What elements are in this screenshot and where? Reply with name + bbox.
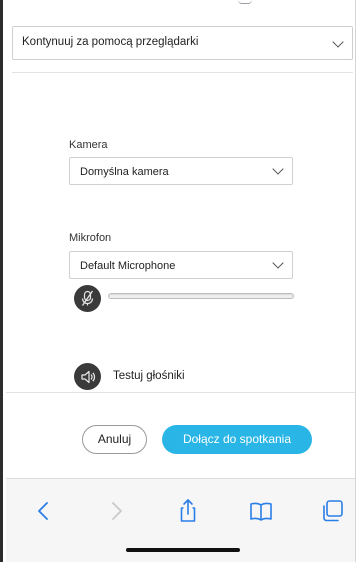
cancel-button[interactable]: Anuluj — [82, 425, 147, 454]
chevron-down-icon — [272, 163, 284, 175]
tabs-icon[interactable] — [319, 497, 347, 525]
microphone-label: Mikrofon — [69, 232, 112, 244]
bookmarks-icon[interactable] — [247, 497, 275, 525]
forward-icon[interactable] — [102, 497, 130, 525]
continue-in-browser-select[interactable]: Kontynuuj za pomocą przeglądarki — [12, 26, 353, 60]
footer-divider — [6, 392, 356, 393]
divider — [12, 72, 353, 73]
microphone-muted-icon — [81, 290, 94, 306]
test-speaker-button[interactable] — [74, 363, 101, 390]
chevron-down-icon — [332, 36, 344, 48]
speaker-icon — [81, 370, 96, 384]
microphone-level-meter — [108, 293, 294, 299]
chevron-down-icon — [272, 257, 284, 269]
back-icon[interactable] — [30, 497, 58, 525]
test-speakers-label[interactable]: Testuj głośniki — [113, 370, 185, 382]
browser-toolbar — [6, 478, 356, 562]
share-icon[interactable] — [174, 497, 202, 525]
join-meeting-button[interactable]: Dołącz do spotkania — [162, 425, 312, 454]
microphone-select-value: Default Microphone — [80, 260, 176, 272]
app-frame: Kontynuuj za pomocą przeglądarki Kamera … — [0, 0, 356, 562]
camera-label: Kamera — [69, 139, 108, 151]
mute-microphone-button[interactable] — [74, 285, 101, 312]
camera-select[interactable]: Domyślna kamera — [69, 157, 293, 185]
microphone-select[interactable]: Default Microphone — [69, 251, 293, 279]
top-edge-fragment — [238, 0, 252, 4]
home-indicator — [126, 548, 240, 552]
camera-select-value: Domyślna kamera — [80, 166, 169, 178]
continue-in-browser-label: Kontynuuj za pomocą przeglądarki — [22, 36, 199, 48]
